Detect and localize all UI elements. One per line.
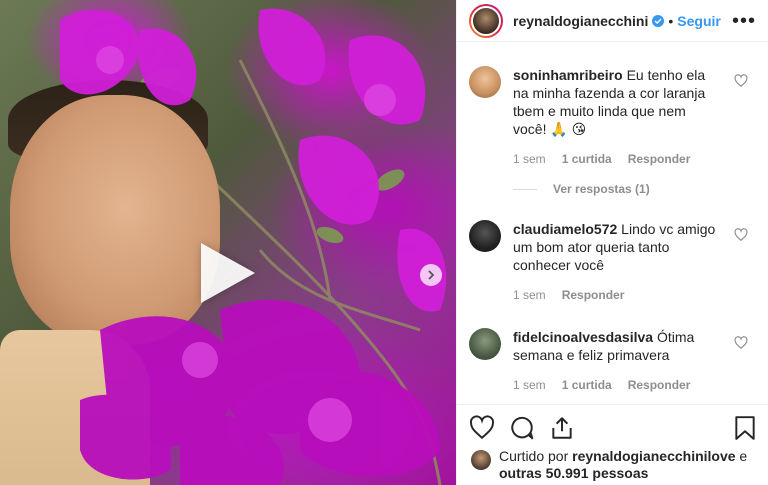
post-media[interactable] [0, 0, 456, 485]
heart-icon[interactable] [734, 336, 748, 350]
separator-dot: • [668, 12, 674, 29]
post-header: reynaldogianecchini • Seguir ••• [457, 0, 768, 42]
heart-icon[interactable] [734, 228, 748, 242]
comment-time[interactable]: 1 sem [513, 286, 546, 304]
reply-button[interactable]: Responder [562, 286, 625, 304]
author-username[interactable]: reynaldogianecchini [513, 13, 648, 29]
play-button[interactable] [195, 241, 259, 305]
comments-list[interactable]: soninhamribeiro Eu tenho ela na minha fa… [457, 42, 768, 402]
commenter-avatar[interactable] [469, 220, 501, 252]
author-avatar[interactable] [469, 3, 503, 38]
person-shirt [0, 330, 150, 485]
follow-button[interactable]: Seguir [677, 13, 721, 29]
post-side-panel: reynaldogianecchini • Seguir ••• soninha… [456, 0, 768, 485]
comment-likes[interactable]: 1 curtida [562, 376, 612, 394]
comment-time[interactable]: 1 sem [513, 150, 546, 168]
commenter-avatar[interactable] [469, 328, 501, 360]
person-face [10, 95, 220, 345]
liked-by-prefix: Curtido por [499, 448, 573, 464]
commenter-username[interactable]: soninhamribeiro [513, 67, 627, 83]
like-heart-icon[interactable] [469, 414, 495, 441]
liker-username[interactable]: reynaldogianecchinilove [572, 448, 735, 464]
share-icon[interactable] [549, 415, 575, 441]
next-media-button[interactable] [420, 264, 442, 286]
liked-by-line: Curtido por reynaldogianecchinilove e ou… [471, 448, 756, 482]
comment-item: fidelcinoalvesdasilva Ótima semana e fel… [469, 304, 756, 394]
view-replies-button[interactable]: Ver respostas (1) [513, 182, 756, 196]
commenter-username[interactable]: claudiamelo572 [513, 221, 621, 237]
liked-by-others[interactable]: outras 50.991 pessoas [499, 465, 648, 481]
liked-by-middle: e [735, 448, 748, 464]
comment-meta: 1 sem 1 curtida Responder [513, 376, 723, 394]
liker-avatar[interactable] [471, 450, 491, 470]
comment-meta: 1 sem 1 curtida Responder [513, 150, 723, 168]
verified-icon [652, 14, 665, 27]
heart-icon[interactable] [734, 74, 748, 88]
replies-divider [513, 188, 537, 190]
comment-time[interactable]: 1 sem [513, 376, 546, 394]
comment-icon[interactable] [509, 415, 535, 441]
view-replies-label: Ver respostas (1) [553, 182, 650, 196]
commenter-avatar[interactable] [469, 66, 501, 98]
post-actions-bar [457, 404, 768, 450]
chevron-right-icon [428, 270, 435, 280]
comment-item: claudiamelo572 Lindo vc amigo um bom ato… [469, 196, 756, 304]
reply-button[interactable]: Responder [628, 376, 691, 394]
bookmark-icon[interactable] [734, 415, 756, 441]
reply-button[interactable]: Responder [628, 150, 691, 168]
commenter-username[interactable]: fidelcinoalvesdasilva [513, 329, 657, 345]
comment-meta: 1 sem Responder [513, 286, 723, 304]
comment-likes[interactable]: 1 curtida [562, 150, 612, 168]
comment-item: soninhamribeiro Eu tenho ela na minha fa… [469, 42, 756, 168]
more-icon[interactable]: ••• [732, 11, 756, 31]
play-icon [201, 243, 255, 303]
